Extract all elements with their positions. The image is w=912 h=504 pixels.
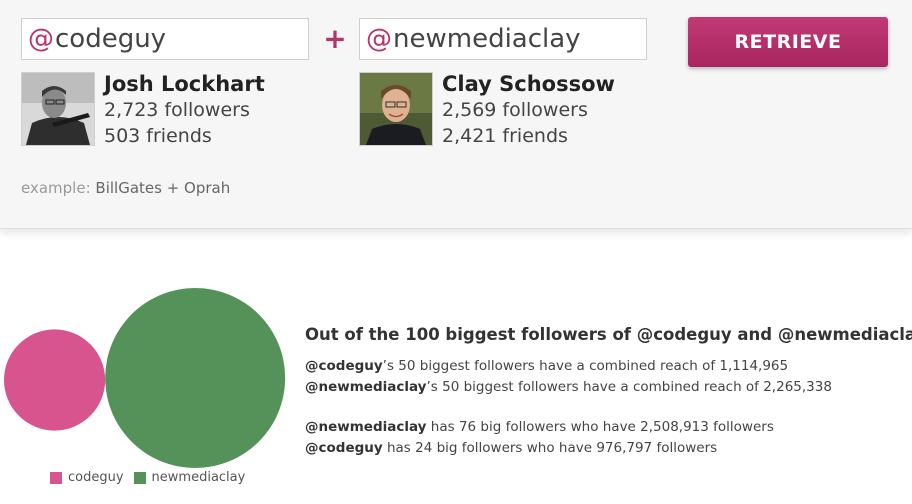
example-names[interactable]: BillGates + Oprah [95,179,230,197]
reach-text: ’s 50 biggest followers have a combined … [426,379,832,395]
comparison-stats: Out of the 100 biggest followers of @cod… [305,325,912,459]
left-handle-input[interactable]: @ codeguy [21,18,309,60]
profile-info: Clay Schossow 2,569 followers 2,421 frie… [442,71,615,149]
avatar [359,72,433,146]
chart-legend: codeguy newmediaclay [50,470,255,485]
legend-label-newmediaclay: newmediaclay [151,470,246,485]
big-text: has 24 big followers who have 976,797 fo… [382,440,718,456]
handle: @codeguy [305,440,383,456]
at-symbol: @ [28,24,54,54]
right-handle-input[interactable]: @ newmediaclay [359,18,647,60]
legend-item-newmediaclay: newmediaclay [133,470,246,485]
big-line-newmediaclay: @newmediaclay has 76 big followers who h… [305,417,912,438]
example-prefix: example: [21,179,91,197]
profile-followers: 2,569 followers [442,99,588,121]
reach-text: ’s 50 biggest followers have a combined … [382,358,789,374]
handle: @newmediaclay [305,419,427,435]
profile-name: Clay Schossow [442,72,615,96]
profile-followers: 2,723 followers [104,99,250,121]
big-followers-block: @newmediaclay has 76 big followers who h… [305,417,912,459]
profile-friends: 2,421 friends [442,125,568,147]
newmediaclay-bubble [105,288,286,468]
stats-title: Out of the 100 biggest followers of @cod… [305,325,912,344]
legend-label-codeguy: codeguy [68,470,124,485]
followers-bubble-chart [4,288,286,468]
legend-swatch-codeguy [50,471,62,484]
profile-info: Josh Lockhart 2,723 followers 503 friend… [104,71,265,149]
legend-item-codeguy: codeguy [50,470,124,485]
codeguy-bubble [4,329,106,431]
retrieve-button[interactable]: RETRIEVE [688,17,888,67]
avatar [21,72,95,146]
example-hint: example: BillGates + Oprah [21,179,230,197]
plus-sign: + [323,22,347,55]
at-symbol: @ [366,24,392,54]
handle: @newmediaclay [305,379,427,395]
reach-block: @codeguy’s 50 biggest followers have a c… [305,356,912,398]
big-text: has 76 big followers who have 2,508,913 … [426,419,774,435]
reach-line-codeguy: @codeguy’s 50 biggest followers have a c… [305,356,912,377]
left-handle-value: codeguy [55,24,167,54]
right-handle-value: newmediaclay [393,24,581,54]
reach-line-newmediaclay: @newmediaclay’s 50 biggest followers hav… [305,377,912,398]
handle: @codeguy [305,358,383,374]
big-line-codeguy: @codeguy has 24 big followers who have 9… [305,438,912,459]
profile-name: Josh Lockhart [104,72,265,96]
search-panel: @ codeguy + @ newmediaclay RETRIEVE Josh… [0,0,912,229]
profile-friends: 503 friends [104,125,212,147]
legend-swatch-newmediaclay [133,471,146,484]
